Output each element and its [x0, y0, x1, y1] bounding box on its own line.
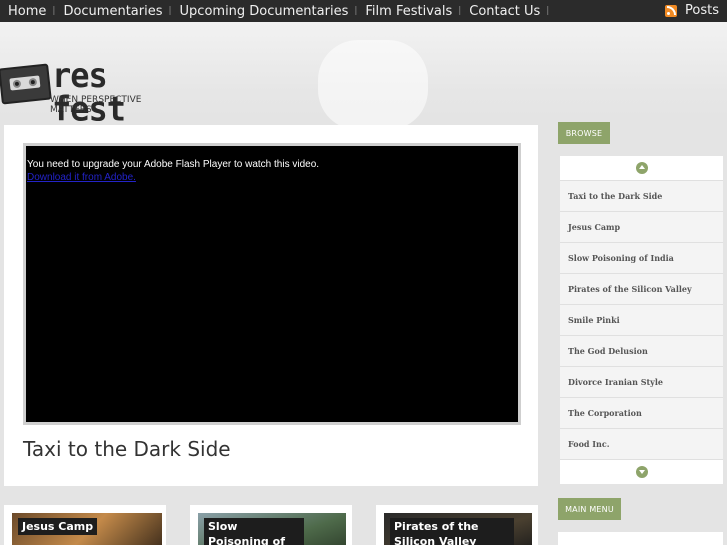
rss-feed-icon[interactable] [665, 4, 678, 17]
arrow-up-icon[interactable] [635, 162, 648, 174]
cassette-tape-icon [0, 63, 52, 105]
list-item[interactable]: Smile Pinki [560, 304, 723, 335]
list-item[interactable]: Food Inc. [560, 428, 723, 459]
site-logo[interactable]: res fest WHEN PERSPECTIVE MATTERS [0, 58, 185, 126]
documentary-list: Taxi to the Dark Side Jesus Camp Slow Po… [560, 180, 723, 459]
nav-film-festivals[interactable]: Film Festivals [357, 4, 458, 19]
video-title: Taxi to the Dark Side [23, 437, 231, 461]
main-menu-button[interactable]: MAIN MENU [558, 498, 621, 520]
flash-upgrade-message: You need to upgrade your Adobe Flash Pla… [27, 159, 320, 170]
thumbnail-card[interactable]: Slow Poisoning of India [190, 505, 352, 545]
thumbnail-card[interactable]: Jesus Camp [4, 505, 166, 545]
flash-download-link[interactable]: Download it from Adobe. [27, 172, 136, 183]
list-item[interactable]: Slow Poisoning of India [560, 242, 723, 273]
nav-contact-us[interactable]: Contact Us [461, 4, 546, 19]
browse-list: Taxi to the Dark Side Jesus Camp Slow Po… [560, 156, 723, 484]
thumbnail-caption[interactable]: Jesus Camp [18, 518, 98, 535]
header-decoration [318, 40, 428, 130]
logo-text: res fest [52, 55, 126, 129]
nav-documentaries[interactable]: Documentaries [55, 4, 168, 19]
arrow-down-icon[interactable] [635, 465, 648, 478]
list-item[interactable]: Divorce Iranian Style [560, 366, 723, 397]
nav-home[interactable]: Home [0, 4, 52, 19]
list-item[interactable]: The God Delusion [560, 335, 723, 366]
thumbnail-caption[interactable]: Slow Poisoning of India [204, 518, 304, 545]
list-item[interactable]: Jesus Camp [560, 211, 723, 242]
rss-posts-label[interactable]: Posts [685, 3, 719, 18]
main-menu-panel [558, 532, 723, 545]
featured-video-panel: You need to upgrade your Adobe Flash Pla… [4, 125, 538, 486]
video-player[interactable]: You need to upgrade your Adobe Flash Pla… [23, 143, 521, 425]
list-item[interactable]: The Corporation [560, 397, 723, 428]
scroll-down-row[interactable] [560, 459, 723, 483]
rss-posts-link[interactable]: Posts [665, 3, 719, 18]
list-item[interactable]: Pirates of the Silicon Valley [560, 273, 723, 304]
thumbnail-caption[interactable]: Pirates of the Silicon Valley [390, 518, 514, 545]
top-nav: Home | Documentaries | Upcoming Document… [0, 0, 727, 22]
nav-separator: | [546, 6, 550, 16]
scroll-up-row[interactable] [560, 156, 723, 180]
browse-button[interactable]: BROWSE [558, 122, 610, 144]
nav-upcoming-documentaries[interactable]: Upcoming Documentaries [172, 4, 355, 19]
logo-tagline: WHEN PERSPECTIVE MATTERS [50, 95, 142, 115]
thumbnail-card[interactable]: Pirates of the Silicon Valley [376, 505, 538, 545]
list-item[interactable]: Taxi to the Dark Side [560, 180, 723, 211]
